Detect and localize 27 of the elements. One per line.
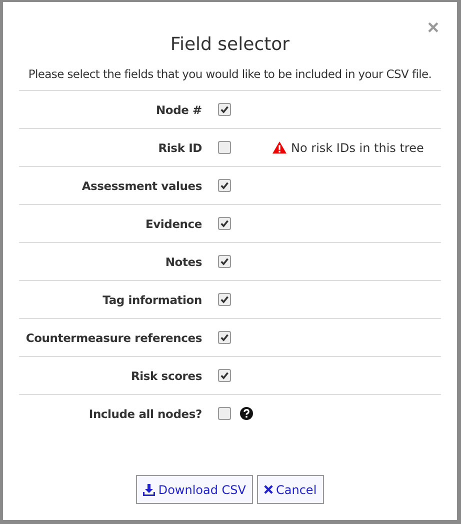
checkbox[interactable] <box>218 217 231 230</box>
help-icon[interactable] <box>240 407 253 420</box>
field-label: Tag information <box>102 292 202 306</box>
checkbox[interactable] <box>218 369 231 382</box>
field-label: Evidence <box>145 216 202 230</box>
download-icon <box>143 484 156 496</box>
close-icon <box>264 485 273 494</box>
instruction-text: Please select the fields that you would like to be included in your CSV file. <box>27 67 433 81</box>
field-label: Assessment values <box>82 178 202 192</box>
checkbox[interactable] <box>218 407 231 420</box>
field-label: Node # <box>156 102 202 116</box>
checkbox[interactable] <box>218 255 231 268</box>
checkbox[interactable] <box>218 103 231 116</box>
field-label: Risk scores <box>131 368 202 382</box>
download-button[interactable]: Download CSV <box>136 475 253 504</box>
checkbox[interactable] <box>218 331 231 344</box>
checkbox[interactable] <box>218 293 231 306</box>
field-label: Notes <box>165 254 202 268</box>
dialog-title: Field selector <box>170 34 290 56</box>
field-label: Countermeasure references <box>26 330 202 344</box>
cancel-button[interactable]: Cancel <box>257 475 324 504</box>
field-label: Include all nodes? <box>88 406 202 420</box>
warning-icon <box>272 141 287 154</box>
warning-text: No risk IDs in this tree <box>291 140 424 154</box>
checkbox[interactable] <box>218 179 231 192</box>
field-label: Risk ID <box>158 140 202 154</box>
checkbox[interactable] <box>218 141 231 154</box>
